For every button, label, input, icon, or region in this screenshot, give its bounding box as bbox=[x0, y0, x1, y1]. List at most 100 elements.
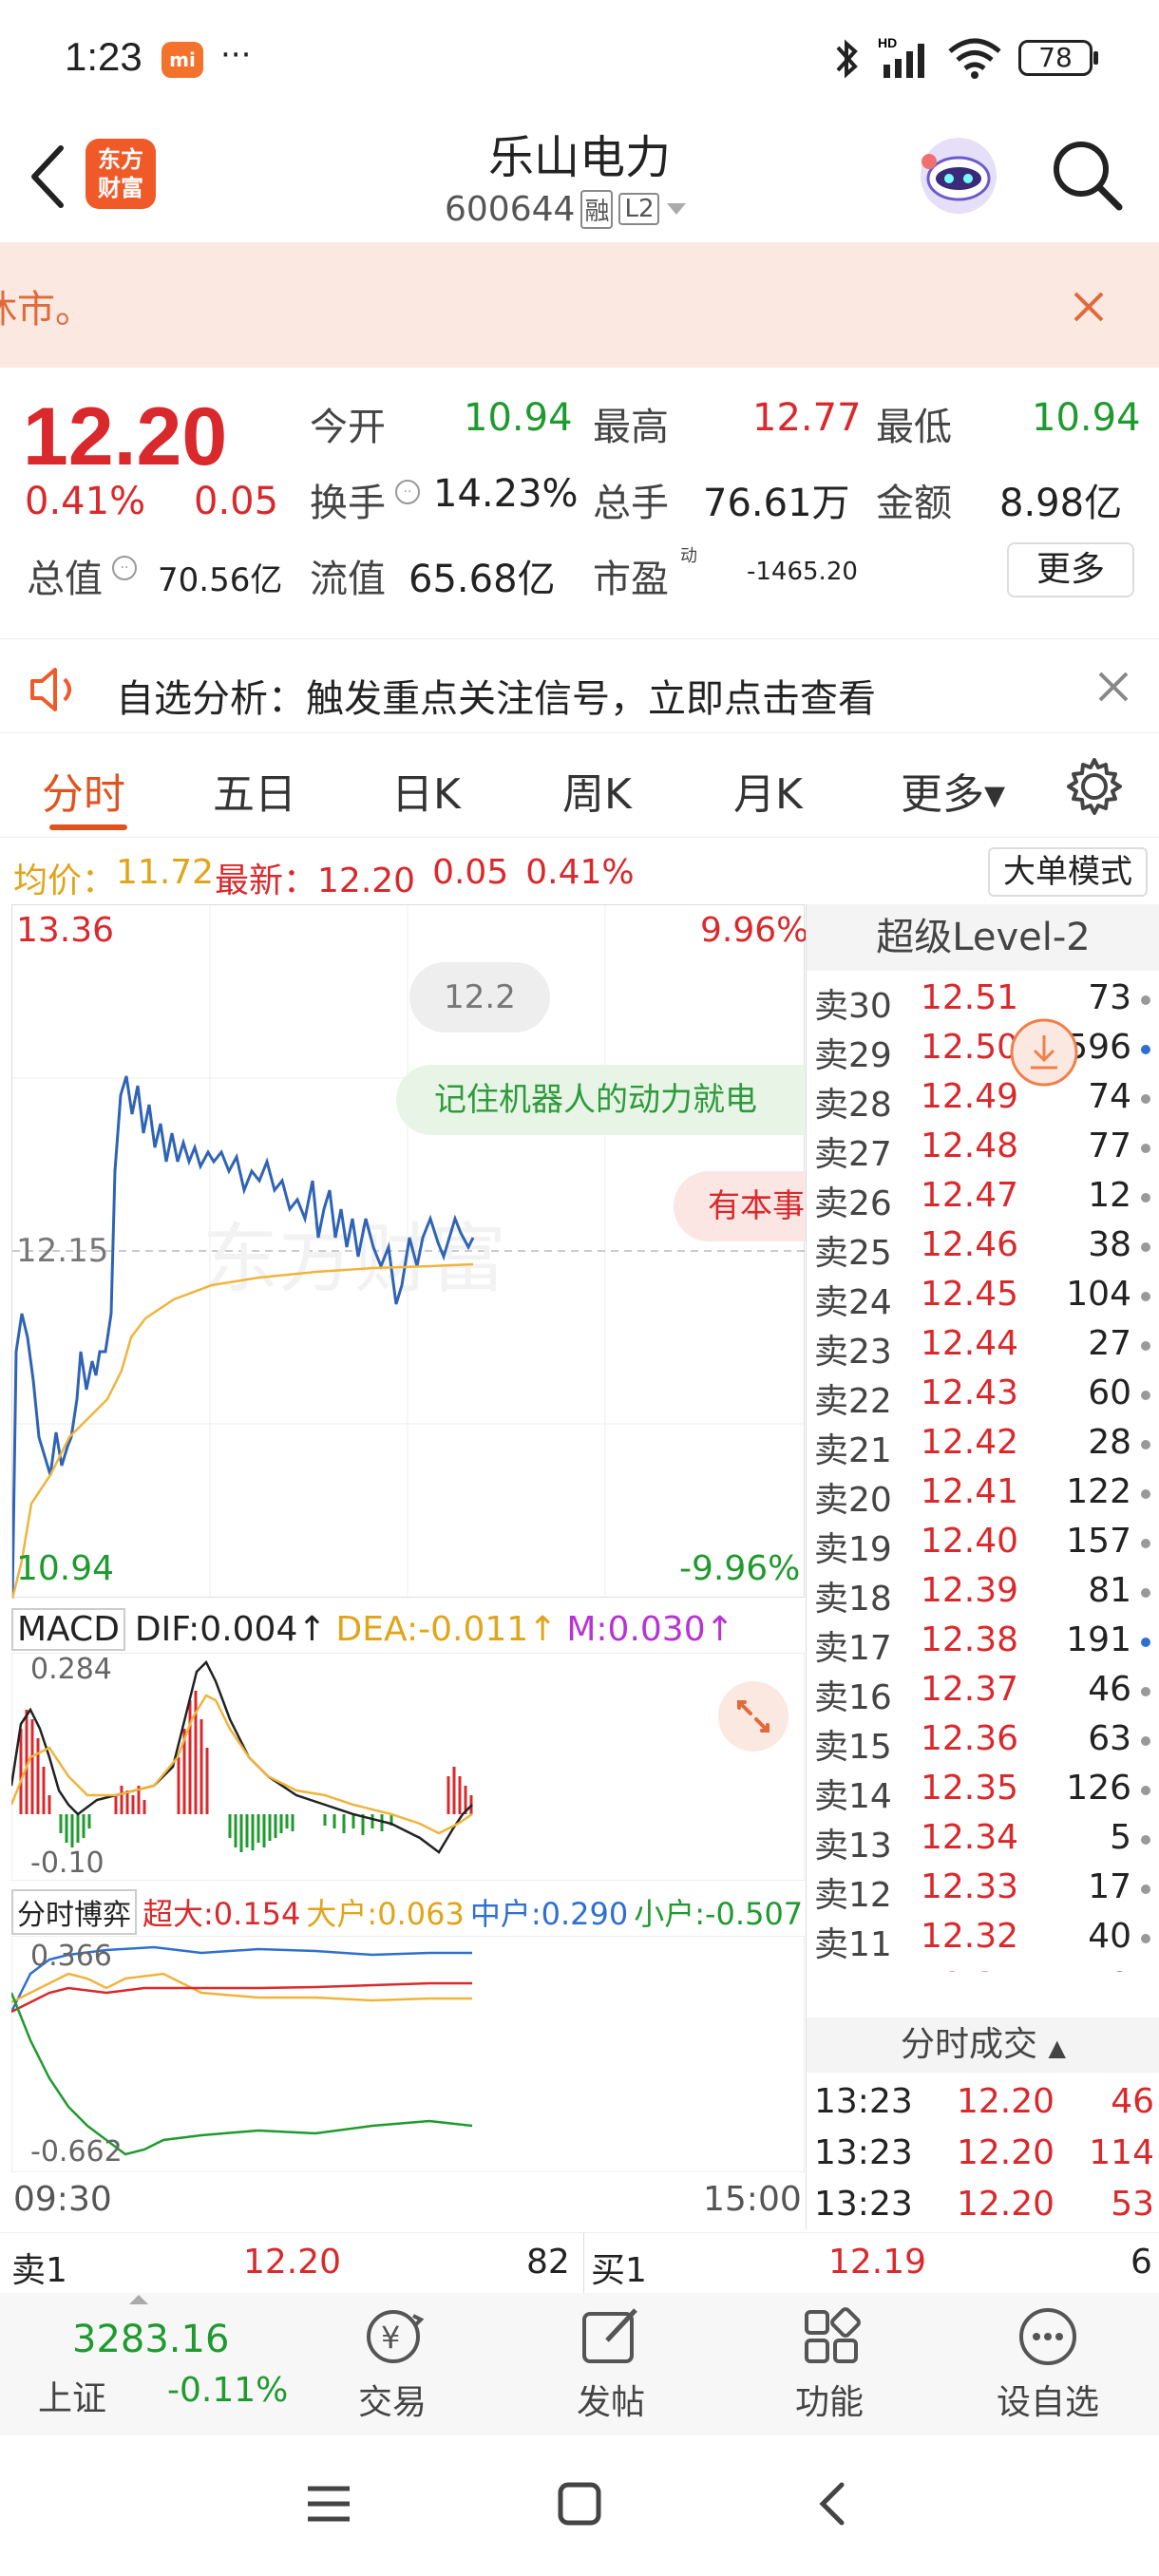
y-high-price: 13.36 bbox=[16, 911, 115, 950]
macd-indicator-select[interactable]: MACD bbox=[11, 1607, 125, 1651]
robot-avatar-icon[interactable] bbox=[916, 133, 1001, 218]
order-dot-icon bbox=[1141, 1341, 1150, 1351]
flow-indicator-select[interactable]: 分时博弈 bbox=[11, 1889, 137, 1935]
info-icon[interactable]: ·· bbox=[112, 556, 137, 580]
ask-row[interactable]: 卖12 12.33 17 bbox=[807, 1864, 1159, 1915]
ask-row[interactable]: 卖20 12.41 122 bbox=[807, 1468, 1159, 1520]
back-arrow-icon[interactable] bbox=[23, 142, 70, 209]
ask-row[interactable]: 卖14 12.35 126 bbox=[807, 1765, 1159, 1816]
tab-more[interactable]: 更多▾ bbox=[901, 760, 1005, 821]
ask-list[interactable]: 卖30 12.51 73 卖29 12.50 1596 卖28 12.49 74 卖27 12.48… bbox=[807, 975, 1159, 1972]
ask-volume: 28 bbox=[1088, 1423, 1131, 1462]
pe-value: -1465.20 bbox=[747, 558, 858, 586]
order-dot-icon bbox=[1141, 1144, 1150, 1153]
ask-row[interactable]: 卖16 12.37 46 bbox=[807, 1666, 1159, 1717]
ask-volume: 40 bbox=[1088, 1917, 1131, 1956]
ask-level-label: 卖15 bbox=[814, 1728, 892, 1767]
y-high-pct: 9.96% bbox=[700, 911, 809, 950]
ask-volume: 27 bbox=[1088, 1324, 1131, 1363]
tab-daily-k[interactable]: 日K bbox=[391, 760, 461, 821]
time-axis: 09:30 15:00 bbox=[0, 2172, 805, 2229]
ask-row[interactable]: 卖15 12.36 63 bbox=[807, 1715, 1159, 1767]
ask-row[interactable]: 卖24 12.45 104 bbox=[807, 1271, 1159, 1322]
macd-dea: DEA:-0.011↑ bbox=[335, 1609, 558, 1649]
big-order-mode-button[interactable]: 大单模式 bbox=[988, 847, 1148, 897]
order-dot-icon bbox=[1141, 1094, 1150, 1104]
ask-row[interactable]: 卖30 12.51 73 bbox=[807, 975, 1159, 1026]
order-dot-icon bbox=[1141, 1539, 1150, 1548]
ask-price: 12.46 bbox=[921, 1225, 1019, 1264]
analysis-bar[interactable]: 自选分析：触发重点关注信号，立即点击查看 bbox=[0, 638, 1159, 733]
status-bar: 1:23 mi ··· HD 78 bbox=[0, 0, 1159, 114]
ask-row[interactable]: 卖29 12.50 1596 bbox=[807, 1024, 1159, 1075]
ask-row[interactable]: 卖25 12.46 38 bbox=[807, 1222, 1159, 1273]
ask-row[interactable]: 卖13 12.34 5 bbox=[807, 1814, 1159, 1866]
expand-arrows-icon bbox=[737, 1700, 770, 1733]
logo-line1: 东方 bbox=[98, 146, 143, 173]
ask-row[interactable]: 卖19 12.40 157 bbox=[807, 1518, 1159, 1569]
ask-row[interactable]: 卖18 12.39 81 bbox=[807, 1567, 1159, 1619]
ask-level-label: 卖16 bbox=[814, 1678, 892, 1717]
battery-tip bbox=[1093, 51, 1098, 65]
macd-dif: DIF:0.004↑ bbox=[134, 1609, 327, 1649]
eastmoney-logo[interactable]: 东方 财富 bbox=[86, 139, 156, 209]
back-icon[interactable] bbox=[809, 2479, 859, 2529]
ref-price: 12.15 bbox=[16, 1232, 109, 1270]
ask-row[interactable]: 卖22 12.43 60 bbox=[807, 1370, 1159, 1421]
intraday-chart[interactable]: 东方财富 13.36 9.96% 12.15 10.94 -9.96% 12.2… bbox=[11, 904, 809, 1599]
order-dot-icon bbox=[1141, 1193, 1150, 1203]
info-icon[interactable]: ·· bbox=[395, 480, 420, 504]
order-book[interactable]: 超级Level-2 卖30 12.51 73 卖29 12.50 1596 卖28 12.49… bbox=[806, 904, 1159, 2229]
menu-icon[interactable] bbox=[304, 2479, 353, 2529]
expand-icon[interactable] bbox=[718, 1681, 788, 1752]
ask-price: 12.43 bbox=[921, 1373, 1019, 1412]
ask-row[interactable]: 卖11 12.32 40 bbox=[807, 1913, 1159, 1964]
close-notice-icon[interactable] bbox=[1070, 288, 1108, 326]
more-button[interactable]: 更多 bbox=[1007, 542, 1134, 597]
tab-weekly-k[interactable]: 周K bbox=[562, 760, 632, 821]
trades-header[interactable]: 分时成交 ▲ bbox=[807, 2017, 1159, 2073]
settings-gear-icon[interactable] bbox=[1064, 756, 1125, 817]
tab-intraday[interactable]: 分时 bbox=[42, 760, 125, 821]
nav-function-label: 功能 bbox=[794, 2383, 864, 2422]
level2-badge: L2 bbox=[618, 193, 660, 225]
nav-post[interactable]: 发帖 bbox=[516, 2293, 706, 2435]
download-circle-icon[interactable] bbox=[1008, 1016, 1080, 1089]
search-icon[interactable] bbox=[1049, 137, 1125, 213]
function-grid-icon bbox=[805, 2307, 861, 2363]
tab-five-day[interactable]: 五日 bbox=[213, 760, 296, 821]
order-dot-icon bbox=[1141, 1736, 1150, 1746]
fund-flow-svg bbox=[11, 1936, 805, 2172]
collapse-up-icon[interactable]: ▲ bbox=[1049, 2035, 1066, 2061]
close-analysis-icon[interactable] bbox=[1094, 668, 1132, 706]
order-dot-icon bbox=[1141, 1045, 1150, 1054]
ask-level-label: 卖20 bbox=[814, 1481, 892, 1520]
ask-row[interactable]: 卖28 12.49 74 bbox=[807, 1073, 1159, 1125]
quote-panel: 12.20 0.41% 0.05 今开 10.94 最高 12.77 最低 10… bbox=[0, 368, 1159, 624]
caret-down-icon[interactable] bbox=[665, 199, 688, 218]
flow-y-bottom: -0.662 bbox=[30, 2135, 123, 2169]
ask-volume: 81 bbox=[1088, 1571, 1131, 1610]
comment-bubble[interactable]: 记住机器人的动力就电 bbox=[396, 1065, 806, 1135]
trades-title: 分时成交 bbox=[901, 2025, 1038, 2064]
ask-price: 12.42 bbox=[921, 1423, 1019, 1462]
ask-row[interactable]: 卖26 12.47 12 bbox=[807, 1172, 1159, 1223]
nav-trade[interactable]: ¥ 交易 bbox=[297, 2293, 487, 2435]
nav-function[interactable]: 功能 bbox=[734, 2293, 924, 2435]
ask-row[interactable]: 卖27 12.48 77 bbox=[807, 1123, 1159, 1174]
ask-volume: 12 bbox=[1088, 1966, 1131, 1972]
tab-monthly-k[interactable]: 月K bbox=[733, 760, 803, 821]
notice-banner[interactable]: 休市。 bbox=[0, 242, 1159, 368]
home-icon[interactable] bbox=[555, 2479, 604, 2529]
pe-label: 市盈 bbox=[593, 558, 669, 601]
index-ticker[interactable]: 3283.16 上证 -0.11% bbox=[38, 2293, 288, 2435]
nav-add-watchlist[interactable]: 设自选 bbox=[953, 2293, 1143, 2435]
comment-bubble[interactable]: 12.2 bbox=[409, 962, 550, 1032]
ask-row[interactable]: 卖21 12.42 28 bbox=[807, 1419, 1159, 1470]
order-dot-icon bbox=[1141, 1292, 1150, 1301]
comment-bubble[interactable]: 有本事 bbox=[674, 1171, 806, 1241]
ask-row[interactable]: 卖23 12.44 27 bbox=[807, 1320, 1159, 1372]
macd-panel: MACD DIF:0.004↑ DEA:-0.011↑ M:0.030↑ 0.2… bbox=[11, 1598, 805, 1883]
ask-row[interactable]: 卖10 12.31 12 bbox=[807, 1962, 1159, 1972]
ask-row[interactable]: 卖17 12.38 191 bbox=[807, 1617, 1159, 1668]
